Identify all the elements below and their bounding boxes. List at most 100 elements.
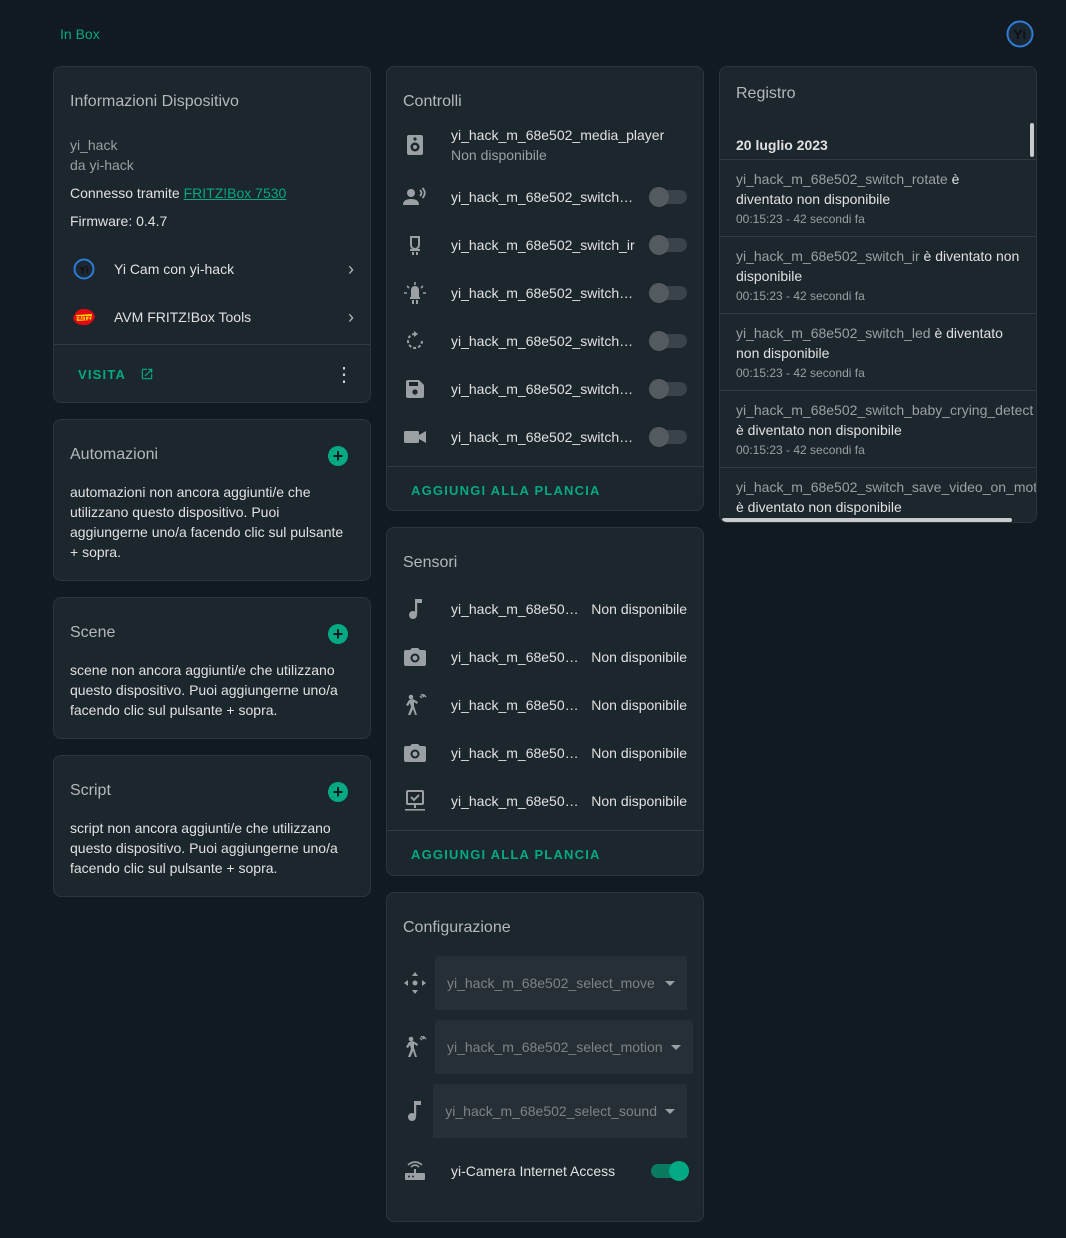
sensor-name: yi_hack_m_68e502_snapshot [451,745,581,761]
add-scene-button[interactable]: + [328,624,348,644]
visit-button[interactable]: VISITA [78,367,154,382]
select-value: yi_hack_m_68e502_select_sound [445,1103,657,1119]
switch-row[interactable]: yi_hack_m_68e502_switch_baby_crying_dete… [387,173,703,221]
horizontal-scrollbar[interactable] [722,518,1012,522]
vertical-scrollbar[interactable] [1030,123,1034,157]
firmware-version: Firmware: 0.4.7 [70,213,168,229]
scripts-title: Script [70,782,111,799]
device-info-card: Informazioni Dispositivo yi_hack da yi-h… [53,66,371,403]
svg-text:Yi: Yi [1013,28,1027,42]
switch-row[interactable]: yi_hack_m_68e502_switch_ir [387,221,703,269]
switch-name: yi_hack_m_68e502_switch_baby_crying_dete… [451,189,637,205]
photo-camera-icon [403,741,427,765]
log-entry[interactable]: yi_hack_m_68e502_switch_ir è diventato n… [720,236,1036,313]
column-left: Informazioni Dispositivo yi_hack da yi-h… [53,66,371,913]
automations-card: Automazioni + automazioni non ancora agg… [53,419,371,581]
sensors-title: Sensori [403,554,458,571]
switch-toggle[interactable] [649,187,687,207]
photo-camera-icon [403,645,427,669]
integration-row-fritz[interactable]: FRITZ! AVM FRITZ!Box Tools › [54,293,370,341]
select-dropdown[interactable]: yi_hack_m_68e502_select_sound [433,1084,687,1138]
sensor-row[interactable]: yi_hack_m_68e502_status Non disponibile [387,777,703,825]
scenes-empty-text: scene non ancora aggiunti/e che utilizza… [70,662,338,718]
scenes-card: Scene + scene non ancora aggiunti/e che … [53,597,371,739]
log-entity[interactable]: yi_hack_m_68e502_switch_rotate [736,171,948,187]
log-entry[interactable]: yi_hack_m_68e502_switch_rotate è diventa… [720,159,1036,236]
device-manufacturer: da yi-hack [70,157,134,173]
log-entry[interactable]: yi_hack_m_68e502_switch_save_video_on_mo… [720,467,1036,522]
logbook-card: Registro 20 luglio 2023 yi_hack_m_68e502… [719,66,1037,523]
controls-actions: AGGIUNGI ALLA PLANCIA [387,466,703,513]
speaker-icon [403,133,427,157]
select-dropdown[interactable]: yi_hack_m_68e502_select_motion [435,1020,693,1074]
switch-name: yi_hack_m_68e502_switch_ir [451,237,635,253]
log-time: 00:15:23 - 42 secondi fa [736,366,865,380]
integration-row-yi[interactable]: Yi Yi Cam con yi-hack › [54,245,370,293]
device-model: yi_hack [70,137,118,153]
log-text: è diventato non disponibile [736,422,902,438]
monitor-check-icon [403,789,427,813]
log-entity[interactable]: yi_hack_m_68e502_switch_save_video_on_mo… [736,479,1036,495]
more-vert-icon[interactable]: ⋮ [334,362,354,387]
sensor-row[interactable]: yi_hack_m_68e502_snapshot Non disponibil… [387,729,703,777]
internet-access-row[interactable]: yi-Camera Internet Access [387,1143,703,1199]
sensor-row[interactable]: yi_hack_m_68e502_last_image Non disponib… [387,633,703,681]
sensor-row[interactable]: yi_hack_m_68e502_motion Non disponibile [387,681,703,729]
automations-empty-text: automazioni non ancora aggiunti/e che ut… [70,484,344,560]
sensor-state: Non disponibile [591,649,687,665]
switch-row[interactable]: yi_hack_m_68e502_switch_rotate [387,317,703,365]
switch-row[interactable]: yi_hack_m_68e502_switch_switch_on [387,413,703,461]
add-to-dashboard-button[interactable]: AGGIUNGI ALLA PLANCIA [411,483,601,498]
integration-label: Yi Cam con yi-hack [114,261,235,277]
add-script-button[interactable]: + [328,782,348,802]
media-player-name: yi_hack_m_68e502_media_player [451,127,665,143]
log-time: 00:15:23 - 42 secondi fa [736,289,865,303]
switch-name: yi_hack_m_68e502_switch_save_video_on_mo… [451,381,637,397]
switch-name: yi_hack_m_68e502_switch_rotate [451,333,637,349]
camera-icon [403,425,427,449]
device-info-title: Informazioni Dispositivo [70,93,239,110]
select-row[interactable]: yi_hack_m_68e502_select_move [387,951,703,1015]
log-entry[interactable]: yi_hack_m_68e502_switch_led è diventato … [720,313,1036,390]
sensor-name: yi_hack_m_68e502_motion [451,697,581,713]
select-value: yi_hack_m_68e502_select_motion [447,1039,663,1055]
switch-name: yi_hack_m_68e502_switch_led [451,285,637,301]
sensor-row[interactable]: yi_hack_m_68e502_baby_crying Non disponi… [387,585,703,633]
switch-toggle[interactable] [649,235,687,255]
move-icon [403,972,427,994]
internet-access-toggle[interactable] [651,1161,689,1181]
connected-via-label: Connesso tramite [70,185,184,201]
select-dropdown[interactable]: yi_hack_m_68e502_select_move [435,956,687,1010]
voice-icon [403,185,427,209]
column-right: Registro 20 luglio 2023 yi_hack_m_68e502… [719,66,1037,539]
breadcrumb-area[interactable]: In Box [60,26,100,42]
switch-toggle[interactable] [649,283,687,303]
configuration-card: Configurazione yi_hack_m_68e502_select_m… [386,892,704,1222]
music-note-icon [403,1101,425,1121]
switch-toggle[interactable] [649,379,687,399]
media-player-row[interactable]: yi_hack_m_68e502_media_player Non dispon… [387,117,703,173]
sensor-state: Non disponibile [591,793,687,809]
log-text: è diventato non disponibile [736,499,902,515]
log-entity[interactable]: yi_hack_m_68e502_switch_ir [736,248,920,264]
log-entry[interactable]: yi_hack_m_68e502_switch_baby_crying_dete… [720,390,1036,467]
dropdown-arrow-icon [665,1108,675,1114]
switch-toggle[interactable] [649,331,687,351]
yi-logo-icon: Yi [70,255,98,283]
fritz-logo-icon: FRITZ! [70,303,98,331]
open-in-new-icon [142,368,153,379]
log-entity[interactable]: yi_hack_m_68e502_switch_led [736,325,931,341]
connected-via-link[interactable]: FRITZ!Box 7530 [184,185,287,201]
chevron-right-icon: › [348,306,354,327]
switch-row[interactable]: yi_hack_m_68e502_switch_save_video_on_mo… [387,365,703,413]
switch-row[interactable]: yi_hack_m_68e502_switch_led [387,269,703,317]
log-entity[interactable]: yi_hack_m_68e502_switch_baby_crying_dete… [736,402,1033,418]
switch-toggle[interactable] [649,427,687,447]
add-automation-button[interactable]: + [328,446,348,466]
motion-icon [403,1036,427,1058]
select-row[interactable]: yi_hack_m_68e502_select_sound [387,1079,703,1143]
sensor-state: Non disponibile [591,697,687,713]
switch-name: yi_hack_m_68e502_switch_switch_on [451,429,637,445]
select-row[interactable]: yi_hack_m_68e502_select_motion [387,1015,703,1079]
add-to-dashboard-button[interactable]: AGGIUNGI ALLA PLANCIA [411,847,601,862]
